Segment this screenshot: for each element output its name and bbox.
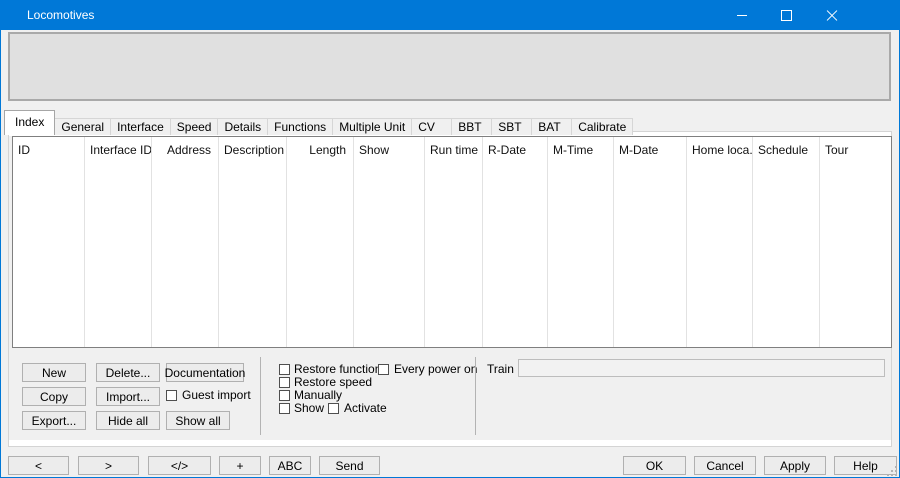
column-m-time: M-Time [548, 137, 614, 347]
divider-left [260, 357, 261, 435]
manually-checkbox[interactable] [279, 390, 290, 401]
tab-speed[interactable]: Speed [170, 118, 219, 135]
column-show: Show [354, 137, 425, 347]
tab-bat[interactable]: BAT [531, 118, 572, 135]
column-header-m-date[interactable]: M-Date [614, 137, 686, 157]
column-header-tour[interactable]: Tour [820, 137, 891, 157]
column-header-length[interactable]: Length [287, 137, 353, 157]
column-schedule: Schedule [753, 137, 820, 347]
panel-bottom-strip [9, 440, 891, 446]
show-label: Show [294, 402, 324, 415]
list-columns: ID Interface ID Address Description Leng… [13, 137, 891, 347]
restore-functions-checkbox[interactable] [279, 364, 290, 375]
show-all-button[interactable]: Show all [166, 411, 230, 430]
tab-calibrate[interactable]: Calibrate [571, 118, 633, 135]
column-header-r-date[interactable]: R-Date [483, 137, 547, 157]
activate-label: Activate [344, 402, 387, 415]
tab-details[interactable]: Details [217, 118, 268, 135]
guest-import-label: Guest import [182, 389, 251, 402]
every-power-on-label: Every power on [394, 363, 477, 376]
column-header-address[interactable]: Address [152, 137, 218, 157]
tab-general[interactable]: General [54, 118, 111, 135]
prev-button[interactable]: < [8, 456, 69, 475]
activate-checkbox[interactable] [328, 403, 339, 414]
resize-grip-icon[interactable] [887, 466, 899, 478]
maximize-button[interactable] [764, 1, 809, 30]
preview-box [8, 32, 891, 101]
column-header-interface-id[interactable]: Interface ID [85, 137, 151, 157]
column-header-run-time[interactable]: Run time [425, 137, 482, 157]
column-description: Description [219, 137, 287, 347]
guest-import-checkbox[interactable] [166, 390, 177, 401]
column-header-id[interactable]: ID [13, 137, 84, 157]
title-bar[interactable]: Locomotives [1, 1, 899, 30]
export-button[interactable]: Export... [22, 411, 86, 430]
tab-strip: Index General Interface Speed Details Fu… [4, 110, 632, 135]
import-button[interactable]: Import... [96, 387, 160, 406]
column-header-m-time[interactable]: M-Time [548, 137, 613, 157]
column-length: Length [287, 137, 354, 347]
documentation-button[interactable]: Documentation [166, 363, 244, 382]
column-interface-id: Interface ID [85, 137, 152, 347]
restore-speed-checkbox[interactable] [279, 377, 290, 388]
abc-button[interactable]: ABC [269, 456, 311, 475]
tab-interface[interactable]: Interface [110, 118, 171, 135]
train-label: Train [487, 362, 514, 376]
new-button[interactable]: New [22, 363, 86, 382]
minimize-button[interactable] [719, 1, 764, 30]
column-r-date: R-Date [483, 137, 548, 347]
ok-button[interactable]: OK [623, 456, 686, 475]
window-title: Locomotives [27, 1, 94, 30]
add-button[interactable]: + [219, 456, 261, 475]
column-header-schedule[interactable]: Schedule [753, 137, 819, 157]
tab-multiple-unit[interactable]: Multiple Unit [332, 118, 412, 135]
copy-button[interactable]: Copy [22, 387, 86, 406]
delete-button[interactable]: Delete... [96, 363, 160, 382]
column-home-location: Home loca... [687, 137, 753, 347]
every-power-on-checkbox[interactable] [378, 364, 389, 375]
minimize-icon [737, 15, 747, 16]
close-icon [826, 10, 838, 22]
tab-bbt[interactable]: BBT [451, 118, 492, 135]
locomotives-dialog: Locomotives Index General Interface Spee… [0, 0, 900, 478]
locomotive-list[interactable]: ID Interface ID Address Description Leng… [12, 136, 892, 348]
cancel-button[interactable]: Cancel [694, 456, 756, 475]
next-button[interactable]: > [78, 456, 139, 475]
close-button[interactable] [809, 1, 854, 30]
apply-button[interactable]: Apply [764, 456, 826, 475]
column-address: Address [152, 137, 219, 347]
column-header-home-location[interactable]: Home loca... [687, 137, 752, 157]
tab-cv[interactable]: CV [411, 118, 452, 135]
maximize-icon [781, 10, 792, 21]
divider-right [475, 357, 476, 435]
tab-sbt[interactable]: SBT [491, 118, 532, 135]
column-header-show[interactable]: Show [354, 137, 424, 157]
column-header-description[interactable]: Description [219, 137, 286, 157]
show-checkbox[interactable] [279, 403, 290, 414]
hide-all-button[interactable]: Hide all [96, 411, 160, 430]
column-m-date: M-Date [614, 137, 687, 347]
tab-index[interactable]: Index [4, 110, 55, 135]
tab-functions[interactable]: Functions [267, 118, 333, 135]
column-id: ID [13, 137, 85, 347]
code-button[interactable]: </> [148, 456, 211, 475]
column-tour: Tour [820, 137, 891, 347]
send-button[interactable]: Send [319, 456, 380, 475]
train-input[interactable] [518, 359, 885, 377]
column-run-time: Run time [425, 137, 483, 347]
